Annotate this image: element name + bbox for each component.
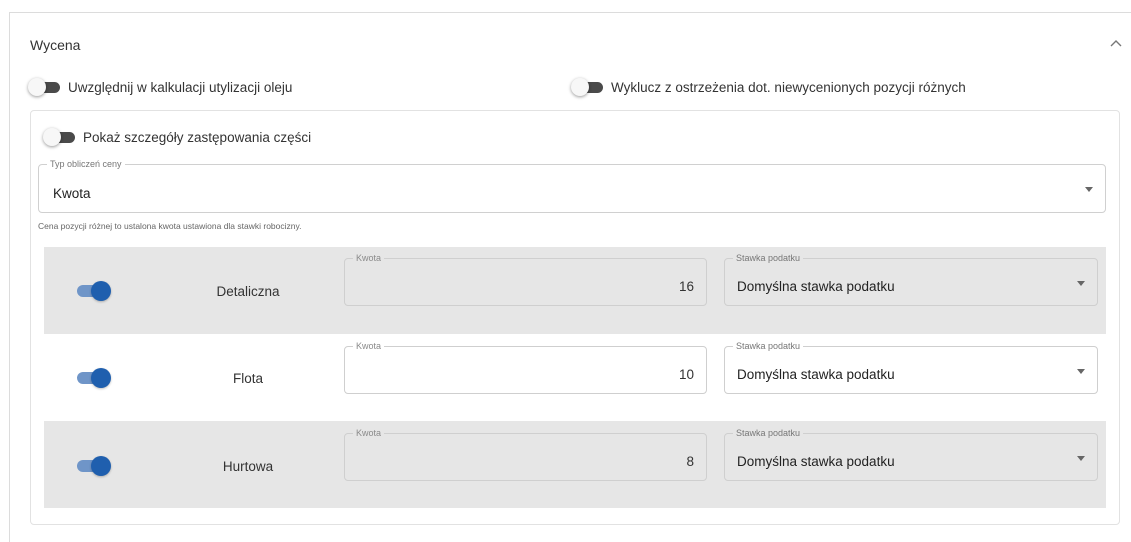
- tax-rate-label: Stawka podatku: [733, 252, 804, 264]
- amount-field-detaliczna: Kwota 16: [344, 252, 707, 306]
- tax-rate-select-detaliczna[interactable]: Stawka podatku Domyślna stawka podatku: [724, 252, 1098, 306]
- amount-value: 16: [678, 279, 694, 294]
- chevron-up-icon: [1110, 40, 1122, 47]
- replacement-details-switch[interactable]: [43, 128, 77, 146]
- rate-name: Flota: [232, 371, 263, 386]
- amount-field-label: Kwota: [353, 340, 385, 352]
- tax-rate-select-hurtowa[interactable]: Stawka podatku Domyślna stawka podatku: [724, 427, 1098, 481]
- section-title: Wycena: [30, 37, 81, 53]
- exclude-warnings-label: Wyklucz z ostrzeżenia dot. niewycenionyc…: [611, 79, 966, 95]
- dropdown-caret-icon: [1085, 187, 1093, 192]
- price-calc-type-value: Kwota: [53, 186, 91, 201]
- tax-rate-select-flota[interactable]: Stawka podatku Domyślna stawka podatku: [724, 340, 1098, 394]
- collapse-button[interactable]: [1106, 33, 1126, 53]
- rate-name: Hurtowa: [222, 459, 274, 474]
- amount-input-flota[interactable]: Kwota 10: [344, 340, 707, 394]
- rate-enabled-switch-hurtowa[interactable]: [77, 455, 111, 476]
- rate-row-detaliczna: Detaliczna Kwota 16 Stawka podatku Domyś…: [44, 247, 1106, 334]
- replacement-details-label: Pokaż szczegóły zastępowania części: [83, 129, 312, 145]
- rate-enabled-switch-detaliczna[interactable]: [77, 280, 111, 301]
- oil-utilization-switch[interactable]: [28, 78, 62, 96]
- exclude-warnings-switch[interactable]: [571, 78, 605, 96]
- replacement-details-toggle-row[interactable]: Pokaż szczegóły zastępowania części: [43, 127, 312, 147]
- rate-row-hurtowa: Hurtowa Kwota 8 Stawka podatku Domyślna …: [44, 421, 1106, 508]
- dropdown-caret-icon: [1077, 456, 1085, 461]
- tax-rate-label: Stawka podatku: [733, 427, 804, 439]
- amount-field-label: Kwota: [353, 252, 385, 264]
- rate-name: Detaliczna: [216, 284, 280, 299]
- exclude-warnings-toggle-row[interactable]: Wyklucz z ostrzeżenia dot. niewycenionyc…: [571, 77, 966, 97]
- dropdown-caret-icon: [1077, 369, 1085, 374]
- tax-rate-value: Domyślna stawka podatku: [737, 454, 895, 469]
- price-calc-type-label: Typ obliczeń ceny: [47, 158, 125, 170]
- oil-utilization-toggle-row[interactable]: Uwzględnij w kalkulacji utylizacji oleju: [28, 77, 293, 97]
- oil-utilization-label: Uwzględnij w kalkulacji utylizacji oleju: [68, 79, 293, 95]
- tax-rate-value: Domyślna stawka podatku: [737, 279, 895, 294]
- price-calc-helper-text: Cena pozycji różnej to ustalona kwota us…: [38, 221, 302, 231]
- dropdown-caret-icon: [1077, 281, 1085, 286]
- rate-enabled-switch-flota[interactable]: [77, 367, 111, 388]
- amount-field-label: Kwota: [353, 427, 385, 439]
- tax-rate-value: Domyślna stawka podatku: [737, 367, 895, 382]
- amount-field-hurtowa: Kwota 8: [344, 427, 707, 481]
- amount-value: 10: [678, 367, 694, 382]
- rate-row-flota: Flota Kwota 10 Stawka podatku Domyślna s…: [44, 334, 1106, 421]
- amount-value: 8: [686, 454, 694, 469]
- tax-rate-label: Stawka podatku: [733, 340, 804, 352]
- price-calc-type-select[interactable]: Typ obliczeń ceny Kwota: [38, 158, 1106, 213]
